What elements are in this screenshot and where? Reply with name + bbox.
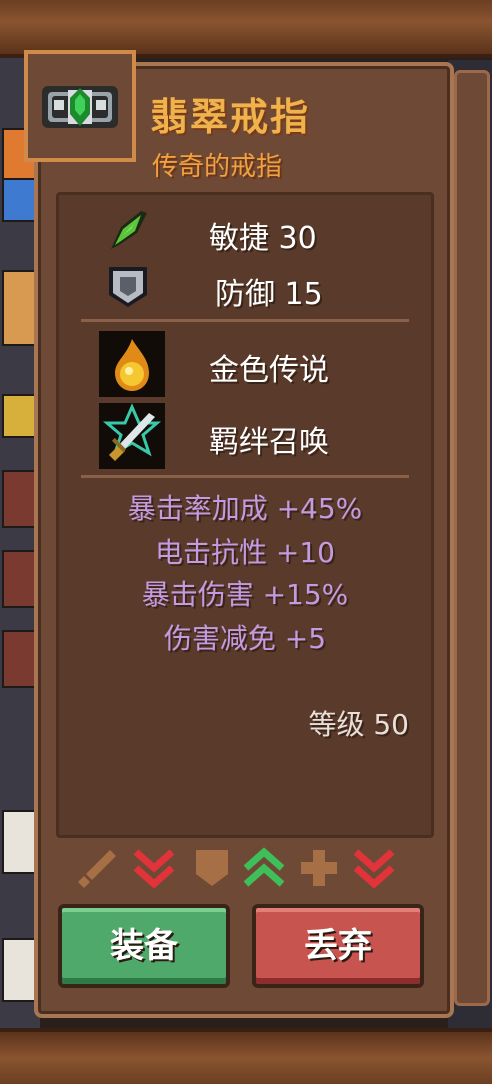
item-stats-box: 敏捷 30 防御 15 金色传说 羁绊召唤 暴击率加成 +45% 电击抗性 +1… (56, 192, 434, 838)
bonus-shock-resist: 电击抗性 +10 (155, 536, 335, 569)
bonus-damage-reduction: 伤害减免 +5 (163, 622, 327, 655)
sword-summon-icon (99, 403, 165, 469)
item-level: 等级 50 (308, 708, 409, 741)
item-rarity: 传奇的戒指 (152, 152, 283, 182)
emerald-ring-icon (42, 86, 118, 128)
background-right-panel (448, 60, 492, 1028)
trait-row-legendary: 金色传说 (59, 331, 431, 397)
shield-icon (196, 850, 228, 886)
background-slot (2, 470, 36, 528)
double-up-arrow-icon (243, 847, 285, 887)
double-down-arrow-icon (353, 849, 395, 889)
background-slot (2, 630, 36, 688)
golden-flame-icon (99, 331, 165, 397)
equip-button[interactable]: 装备 (58, 904, 230, 988)
stat-row-agility: 敏捷 30 (59, 205, 431, 256)
stat-compare-row (76, 846, 406, 892)
bottom-wood-bar (0, 1028, 492, 1084)
stats-divider (81, 319, 409, 322)
background-tab (2, 270, 36, 346)
stat-agility-text: 敏捷 30 (209, 221, 317, 256)
background-tab (2, 394, 36, 438)
drop-button[interactable]: 丢弃 (252, 904, 424, 988)
sword-icon (78, 850, 116, 888)
bonus-crit-rate: 暴击率加成 +45% (127, 492, 363, 525)
double-down-arrow-icon (133, 849, 175, 889)
background-tab (2, 178, 36, 222)
background-slot (2, 550, 36, 608)
item-icon-frame (24, 50, 136, 162)
trait-summon-text: 羁绊召唤 (209, 425, 329, 460)
background-slot (2, 810, 36, 874)
traits-divider (81, 475, 409, 478)
leaf-icon (111, 211, 147, 249)
stat-defense-text: 防御 15 (215, 277, 323, 312)
shield-icon (109, 267, 147, 307)
plus-icon (301, 850, 337, 886)
trait-legendary-text: 金色传说 (209, 353, 329, 388)
item-name: 翡翠戒指 (150, 95, 311, 139)
background-slot (2, 938, 36, 1002)
trait-row-summon: 羁绊召唤 (59, 403, 431, 469)
stat-row-defense: 防御 15 (59, 261, 431, 312)
bonus-crit-damage: 暴击伤害 +15% (141, 578, 349, 611)
